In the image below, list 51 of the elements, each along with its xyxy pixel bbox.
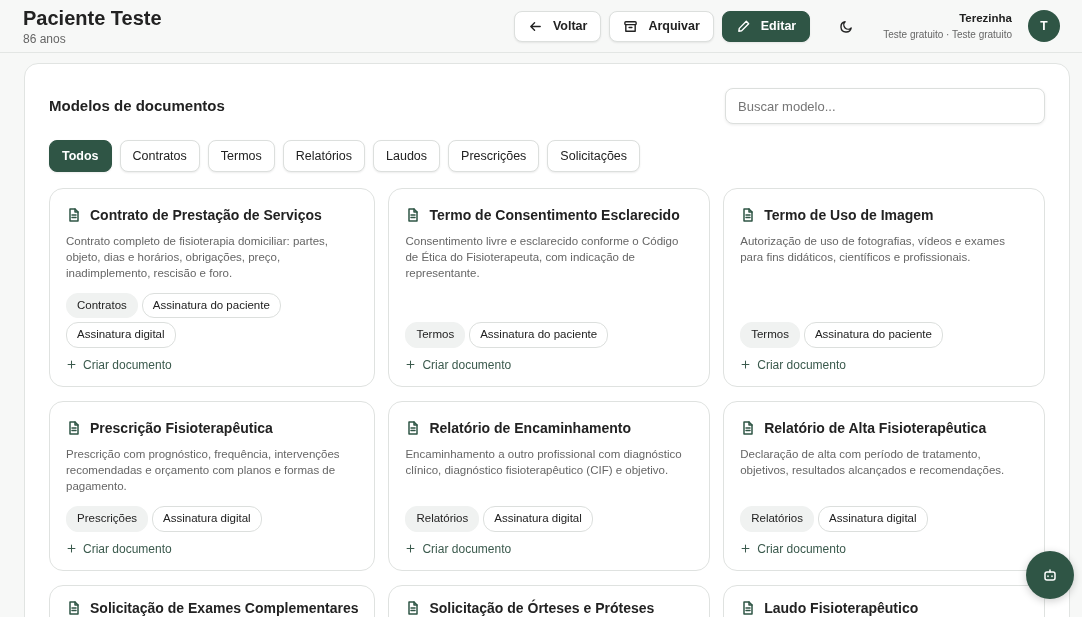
create-document-link[interactable]: Criar documento xyxy=(405,355,694,374)
filter-tab[interactable]: Contratos xyxy=(119,140,200,172)
section-title: Modelos de documentos xyxy=(49,95,225,116)
back-button[interactable]: Voltar xyxy=(513,10,602,42)
template-title: Relatório de Alta Fisioterapêutica xyxy=(764,418,987,438)
user-avatar[interactable]: T xyxy=(1028,10,1060,42)
create-document-link[interactable]: Criar documento xyxy=(740,539,1028,558)
template-description: Declaração de alta com período de tratamento, objetivos, resultados alcançados e recomendações. xyxy=(740,446,1006,478)
edit-button[interactable]: Editar xyxy=(721,10,811,42)
patient-name: Paciente Teste xyxy=(23,5,162,30)
template-title: Termo de Uso de Imagem xyxy=(764,206,934,225)
category-tag: Relatórios xyxy=(740,506,814,532)
feature-tag: Assinatura digital xyxy=(483,506,593,532)
user-plan: Teste gratuito · Teste gratuito xyxy=(883,28,1012,43)
filter-tab[interactable]: Solicitações xyxy=(547,140,641,172)
search-field[interactable]: Buscar modelo... xyxy=(725,88,1045,124)
feature-tag: Assinatura do paciente xyxy=(469,322,609,348)
filter-tab[interactable]: Laudos xyxy=(373,140,441,172)
category-tag: Prescrições xyxy=(66,506,149,532)
template-title: Prescrição Fisioterapêutica xyxy=(90,418,273,438)
feature-tag: Assinatura do paciente xyxy=(803,322,943,348)
category-tag: Termos xyxy=(740,322,800,348)
filter-tab[interactable]: Termos xyxy=(207,140,275,172)
template-description: Contrato completo de fisioterapia domiciliar: partes, objeto, dias e horários, obrigações, preço, inadimplemento, rescisão e foro. xyxy=(66,234,330,281)
template-description: Consentimento livre e esclarecido conforme o Código de Ética do Fisioterapeuta, com indicação de representante. xyxy=(405,234,680,281)
template-description: Autorização de uso de fotografias, vídeos e exames para fins didáticos, científicos e profissionais. xyxy=(740,234,1006,265)
filter-tab[interactable]: Prescrições xyxy=(448,140,540,172)
user-name: Terezinha xyxy=(958,10,1012,26)
patient-age: 86 anos xyxy=(23,30,67,48)
feature-tag: Assinatura digital xyxy=(152,506,262,532)
template-title: Solicitação de Órteses e Próteses xyxy=(429,598,655,617)
template-title: Laudo Fisioterapêutico xyxy=(764,598,919,617)
archive-button[interactable]: Arquivar xyxy=(609,10,714,42)
category-tag: Relatórios xyxy=(405,506,480,532)
create-document-link[interactable]: Criar documento xyxy=(740,355,1028,374)
template-description: Encaminhamento a outro profissional com diagnóstico clínico, diagnóstico fisioterapêutico (CIF) e objetivo. xyxy=(405,446,683,478)
category-tag: Termos xyxy=(405,322,466,348)
template-title: Solicitação de Exames Complementares xyxy=(90,598,359,617)
feature-tag: Assinatura do paciente xyxy=(141,293,281,319)
feature-tag: Assinatura digital xyxy=(66,322,176,348)
template-title: Contrato de Prestação de Serviços xyxy=(90,206,322,225)
filter-tab[interactable]: Relatórios xyxy=(282,140,366,172)
template-title: Relatório de Encaminhamento xyxy=(429,418,631,438)
filter-tab[interactable]: Todos xyxy=(49,140,112,172)
create-document-link[interactable]: Criar documento xyxy=(405,539,694,558)
feature-tag: Assinatura digital xyxy=(818,506,928,532)
category-tag: Contratos xyxy=(66,293,138,319)
create-document-link[interactable]: Criar documento xyxy=(66,539,359,558)
template-description: Prescrição com prognóstico, frequência, intervenções recomendadas e orçamento com planos e formas de pagamento. xyxy=(66,446,341,494)
template-title: Termo de Consentimento Esclarecido xyxy=(429,206,680,225)
create-document-link[interactable]: Criar documento xyxy=(66,355,359,374)
